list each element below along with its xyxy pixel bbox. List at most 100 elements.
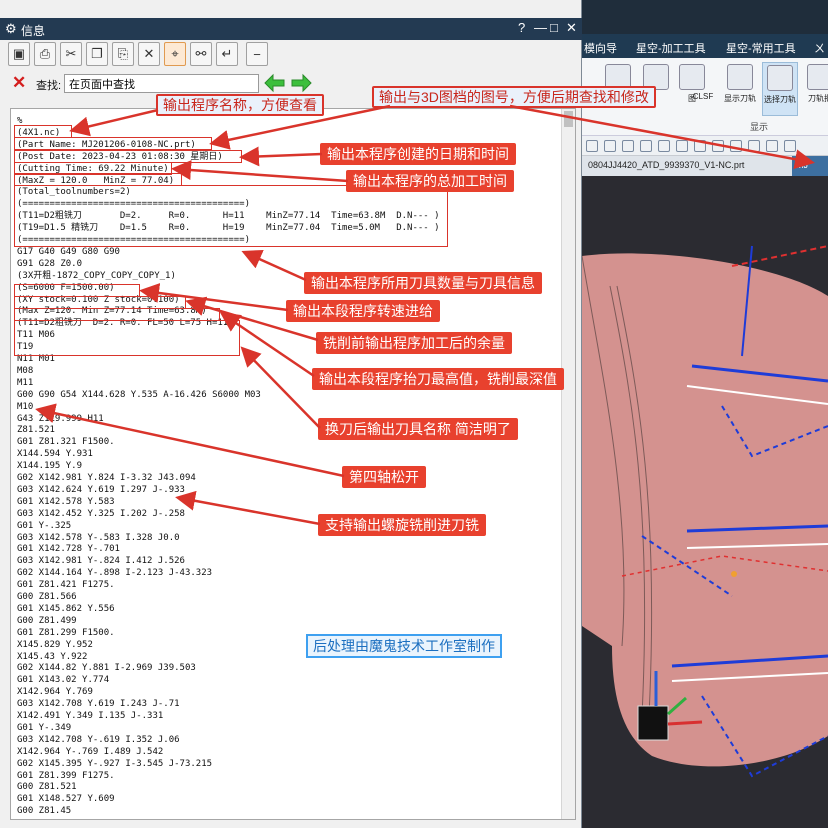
- cad-ribbon-tabs: 模向导 星空-加工工具 星空-常用工具 ㄨ: [582, 34, 828, 58]
- rapid-move: [731, 245, 828, 267]
- tool-icon[interactable]: [784, 140, 796, 152]
- callout-stock: 铣削前输出程序加工后的余量: [316, 332, 512, 354]
- tool-position: [731, 571, 737, 577]
- 3d-viewport[interactable]: [582, 176, 828, 828]
- code-line: G00 Z81.499: [17, 615, 77, 626]
- tool-icon[interactable]: [586, 140, 598, 152]
- find-next-icon[interactable]: [290, 72, 312, 94]
- save-icon[interactable]: ▣: [8, 42, 30, 66]
- print-icon[interactable]: ⎙: [34, 42, 56, 66]
- tool-icon[interactable]: [658, 140, 670, 152]
- callout-drawing-number: 输出与3D图档的图号，方便后期查找和修改: [372, 86, 656, 108]
- tool-icon[interactable]: [676, 140, 688, 152]
- code-line: G43 Z119.999 H11: [17, 413, 104, 424]
- code-line: M08: [17, 365, 34, 376]
- cad-application: 模向导 星空-加工工具 星空-常用工具 ㄨ 图 CLSF 显示刀轨 选择刀轨 刀…: [582, 0, 828, 828]
- cad-secondary-toolbar: [582, 136, 828, 156]
- wrap-icon[interactable]: ↵: [216, 42, 238, 66]
- code-line: G03 X142.452 Y.325 I.202 J-.258: [17, 508, 185, 519]
- code-line: G01 X145.862 Y.556: [17, 603, 115, 614]
- cad-title-bar: [582, 0, 828, 34]
- paste-icon[interactable]: ⎘: [112, 42, 134, 66]
- wcs-cube: [637, 705, 669, 741]
- document-tab-active[interactable]: MJ: [792, 156, 828, 176]
- callout-helical: 支持输出螺旋铣削进刀铣: [318, 514, 486, 536]
- minimize-button[interactable]: —: [534, 20, 547, 35]
- tool-icon[interactable]: [730, 140, 742, 152]
- code-line: G01 Z81.399 F1275.: [17, 770, 115, 781]
- code-line: X142.491 Y.349 I.135 J-.331: [17, 711, 164, 721]
- document-tab[interactable]: 0804JJ4420_ATD_9939370_V1-NC.prt: [588, 160, 744, 170]
- code-line: G01 X142.578 Y.583: [17, 496, 115, 507]
- eye-icon: [727, 64, 753, 90]
- code-line: G03 X142.708 Y.619 I.243 J-.71: [17, 699, 180, 710]
- callout-speed-feed: 输出本段程序转速进给: [286, 300, 440, 322]
- batch-toolpath-button[interactable]: 刀轨批: [802, 62, 828, 116]
- code-line: (3X开粗-1872_COPY_COPY_COPY_1): [17, 270, 176, 281]
- tab-mold-wizard[interactable]: 模向导: [584, 40, 617, 56]
- tab-xingkong-machining-tools[interactable]: 星空-加工工具: [636, 40, 706, 56]
- scissors-icon[interactable]: ✂: [60, 42, 82, 66]
- code-line: X144.594 Y.931: [17, 449, 93, 460]
- document-tabs: 0804JJ4420_ATD_9939370_V1-NC.prt MJ: [582, 156, 828, 176]
- find-previous-icon[interactable]: [264, 72, 286, 94]
- clsf-button[interactable]: CLSF: [690, 92, 716, 108]
- crosshair-icon[interactable]: ⌖: [164, 42, 186, 66]
- info-window: ⚙ 信息 ? — □ ✕ ▣ ⎙ ✂ ❐ ⎘ ✕ ⌖ ⚯ ↵ − ✕ 查找: %…: [0, 0, 582, 828]
- show-toolpath-button[interactable]: 显示刀轨: [722, 62, 758, 116]
- callout-tool-info: 输出本程序所用刀具数量与刀具信息: [304, 272, 542, 294]
- code-line: G00 Z81.45: [17, 806, 72, 817]
- code-line: G01 Z81.299 F1500.: [17, 627, 115, 638]
- code-line: G01 X148.527 Y.609: [17, 794, 115, 805]
- code-line: G00 Z81.521: [17, 782, 77, 793]
- highlight-part-name: [14, 137, 212, 150]
- toolpath-icon: [679, 64, 705, 90]
- close-find-icon[interactable]: ✕: [12, 73, 26, 93]
- code-line: G01 X143.02 Y.774: [17, 675, 110, 686]
- code-line: G03 X142.981 Y-.824 I.412 J.526: [17, 556, 185, 567]
- delete-icon[interactable]: ✕: [138, 42, 160, 66]
- highlight-tool-list: [14, 185, 448, 247]
- code-line: G17 G40 G49 G80 G90: [17, 246, 120, 257]
- highlight-tool-change: [14, 320, 240, 356]
- info-title-bar: ⚙ 信息 ? — □ ✕: [0, 18, 582, 40]
- code-line: M11: [17, 377, 34, 388]
- minus-icon[interactable]: −: [246, 42, 268, 66]
- batch-icon: [807, 64, 828, 90]
- scrollbar-thumb[interactable]: [564, 111, 573, 127]
- gear-icon: ⚙: [5, 21, 17, 36]
- code-line: G03 X142.624 Y.619 I.297 J-.933: [17, 484, 185, 495]
- tool-icon[interactable]: [748, 140, 760, 152]
- close-button[interactable]: ✕: [566, 20, 577, 36]
- code-line: G03 X142.578 Y-.583 I.328 J0.0: [17, 532, 180, 543]
- tab-overflow[interactable]: ㄨ: [814, 40, 825, 56]
- tool-icon[interactable]: [694, 140, 706, 152]
- code-line: X142.964 Y.769: [17, 687, 93, 698]
- binoculars-icon[interactable]: ⚯: [190, 42, 212, 66]
- tool-icon[interactable]: [640, 140, 652, 152]
- code-line: Z81.521: [17, 425, 55, 436]
- vertical-scrollbar[interactable]: [561, 109, 575, 819]
- maximize-button[interactable]: □: [550, 20, 558, 35]
- tool-icon[interactable]: [604, 140, 616, 152]
- select-path-icon: [767, 65, 793, 91]
- callout-tool-name: 换刀后输出刀具名称 简洁明了: [318, 418, 518, 440]
- tool-icon[interactable]: [766, 140, 778, 152]
- find-input[interactable]: [64, 74, 259, 93]
- code-line: G02 X144.82 Y.881 I-2.969 J39.503: [17, 663, 196, 674]
- callout-cutting-time: 输出本程序的总加工时间: [346, 170, 514, 192]
- select-toolpath-button[interactable]: 选择刀轨: [762, 62, 798, 116]
- code-line: G02 X145.395 Y-.927 I-3.545 J-73.215: [17, 758, 213, 769]
- copy-icon[interactable]: ❐: [86, 42, 108, 66]
- credit-label: 后处理由魔鬼技术工作室制作: [306, 634, 502, 658]
- tool-icon[interactable]: [712, 140, 724, 152]
- code-line: G03 X142.708 Y-.619 I.352 J.06: [17, 734, 180, 745]
- code-line: G00 Z81.566: [17, 592, 77, 602]
- code-line: G01 Z81.421 F1275.: [17, 580, 115, 591]
- window-title: 信息: [21, 24, 46, 38]
- code-line: X142.964 Y-.769 I.489 J.542: [17, 746, 164, 757]
- tool-icon[interactable]: [622, 140, 634, 152]
- tab-xingkong-common-tools[interactable]: 星空-常用工具: [726, 40, 796, 56]
- help-button[interactable]: ?: [518, 20, 525, 35]
- callout-fourth-axis: 第四轴松开: [342, 466, 426, 488]
